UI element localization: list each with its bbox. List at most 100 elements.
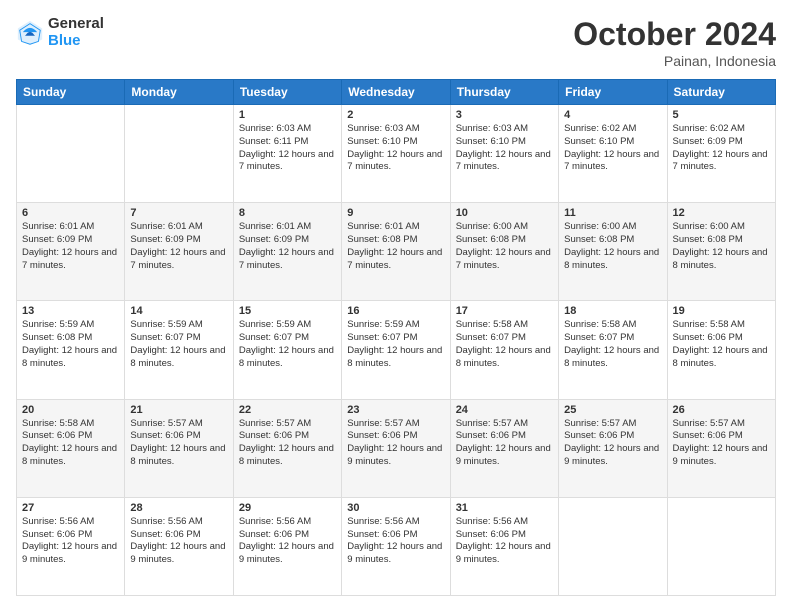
- calendar-cell-w4-d1: 28 Sunrise: 5:56 AM Sunset: 6:06 PM Dayli…: [125, 497, 233, 595]
- day-number: 26: [673, 404, 770, 416]
- day-number: 24: [456, 404, 553, 416]
- title-block: October 2024 Painan, Indonesia: [573, 16, 776, 69]
- day-info: Sunrise: 5:57 AM Sunset: 6:06 PM Dayligh…: [347, 418, 444, 469]
- header-sunday: Sunday: [17, 80, 125, 105]
- calendar-cell-w1-d5: 11 Sunrise: 6:00 AM Sunset: 6:08 PM Dayli…: [559, 203, 667, 301]
- calendar-cell-w0-d1: [125, 105, 233, 203]
- day-number: 14: [130, 305, 227, 317]
- calendar-cell-w0-d4: 3 Sunrise: 6:03 AM Sunset: 6:10 PM Daylig…: [450, 105, 558, 203]
- week-row-4: 27 Sunrise: 5:56 AM Sunset: 6:06 PM Dayli…: [17, 497, 776, 595]
- day-number: 8: [239, 207, 336, 219]
- day-info: Sunrise: 6:01 AM Sunset: 6:08 PM Dayligh…: [347, 221, 444, 272]
- header-saturday: Saturday: [667, 80, 775, 105]
- calendar-cell-w2-d5: 18Sunrise: 5:58 AM Sunset: 6:07 PM Dayli…: [559, 301, 667, 399]
- calendar-cell-w2-d6: 19 Sunrise: 5:58 AM Sunset: 6:06 PM Dayli…: [667, 301, 775, 399]
- day-info: Sunrise: 5:58 AM Sunset: 6:06 PM Dayligh…: [22, 418, 119, 469]
- day-info: Sunrise: 5:57 AM Sunset: 6:06 PM Dayligh…: [456, 418, 553, 469]
- day-info: Sunrise: 5:56 AM Sunset: 6:06 PM Dayligh…: [130, 516, 227, 567]
- calendar-cell-w4-d2: 29 Sunrise: 5:56 AM Sunset: 6:06 PM Dayli…: [233, 497, 341, 595]
- day-info: Sunrise: 5:59 AM Sunset: 6:07 PM Dayligh…: [130, 319, 227, 370]
- day-number: 10: [456, 207, 553, 219]
- day-number: 17: [456, 305, 553, 317]
- day-number: 29: [239, 502, 336, 514]
- day-info: Sunrise: 5:57 AM Sunset: 6:06 PM Dayligh…: [673, 418, 770, 469]
- day-info: Sunrise: 5:57 AM Sunset: 6:06 PM Dayligh…: [239, 418, 336, 469]
- day-number: 1: [239, 109, 336, 121]
- day-number: 15: [239, 305, 336, 317]
- day-number: 28: [130, 502, 227, 514]
- calendar-cell-w3-d0: 20 Sunrise: 5:58 AM Sunset: 6:06 PM Dayli…: [17, 399, 125, 497]
- calendar-cell-w1-d0: 6Sunrise: 6:01 AM Sunset: 6:09 PM Daylig…: [17, 203, 125, 301]
- header-monday: Monday: [125, 80, 233, 105]
- day-number: 3: [456, 109, 553, 121]
- day-number: 27: [22, 502, 119, 514]
- page: General Blue October 2024 Painan, Indone…: [0, 0, 792, 612]
- calendar-cell-w4-d5: [559, 497, 667, 595]
- calendar-cell-w3-d3: 23 Sunrise: 5:57 AM Sunset: 6:06 PM Dayli…: [342, 399, 450, 497]
- calendar-cell-w0-d5: 4 Sunrise: 6:02 AM Sunset: 6:10 PM Daylig…: [559, 105, 667, 203]
- calendar-cell-w2-d3: 16 Sunrise: 5:59 AM Sunset: 6:07 PM Dayli…: [342, 301, 450, 399]
- calendar-cell-w2-d0: 13 Sunrise: 5:59 AM Sunset: 6:08 PM Dayli…: [17, 301, 125, 399]
- day-number: 11: [564, 207, 661, 219]
- day-info: Sunrise: 6:02 AM Sunset: 6:09 PM Dayligh…: [673, 123, 770, 174]
- month-title: October 2024: [573, 16, 776, 53]
- day-info: Sunrise: 6:03 AM Sunset: 6:10 PM Dayligh…: [347, 123, 444, 174]
- calendar-cell-w1-d3: 9 Sunrise: 6:01 AM Sunset: 6:08 PM Daylig…: [342, 203, 450, 301]
- day-number: 21: [130, 404, 227, 416]
- day-info: Sunrise: 5:57 AM Sunset: 6:06 PM Dayligh…: [564, 418, 661, 469]
- day-number: 9: [347, 207, 444, 219]
- day-info: Sunrise: 5:59 AM Sunset: 6:08 PM Dayligh…: [22, 319, 119, 370]
- calendar-cell-w4-d3: 30 Sunrise: 5:56 AM Sunset: 6:06 PM Dayli…: [342, 497, 450, 595]
- day-info: Sunrise: 5:58 AM Sunset: 6:07 PM Dayligh…: [564, 319, 661, 370]
- day-info: Sunrise: 6:03 AM Sunset: 6:11 PM Dayligh…: [239, 123, 336, 174]
- calendar-cell-w4-d4: 31Sunrise: 5:56 AM Sunset: 6:06 PM Dayli…: [450, 497, 558, 595]
- day-info: Sunrise: 5:58 AM Sunset: 6:06 PM Dayligh…: [673, 319, 770, 370]
- day-number: 19: [673, 305, 770, 317]
- day-number: 31: [456, 502, 553, 514]
- calendar-cell-w4-d0: 27Sunrise: 5:56 AM Sunset: 6:06 PM Dayli…: [17, 497, 125, 595]
- day-number: 22: [239, 404, 336, 416]
- weekday-header-row: Sunday Monday Tuesday Wednesday Thursday…: [17, 80, 776, 105]
- day-number: 13: [22, 305, 119, 317]
- calendar-table: Sunday Monday Tuesday Wednesday Thursday…: [16, 79, 776, 596]
- day-number: 6: [22, 207, 119, 219]
- day-number: 5: [673, 109, 770, 121]
- calendar-cell-w3-d6: 26 Sunrise: 5:57 AM Sunset: 6:06 PM Dayli…: [667, 399, 775, 497]
- header-wednesday: Wednesday: [342, 80, 450, 105]
- day-info: Sunrise: 6:00 AM Sunset: 6:08 PM Dayligh…: [456, 221, 553, 272]
- calendar-cell-w3-d1: 21Sunrise: 5:57 AM Sunset: 6:06 PM Dayli…: [125, 399, 233, 497]
- day-info: Sunrise: 6:01 AM Sunset: 6:09 PM Dayligh…: [239, 221, 336, 272]
- day-info: Sunrise: 6:00 AM Sunset: 6:08 PM Dayligh…: [564, 221, 661, 272]
- calendar-cell-w0-d0: [17, 105, 125, 203]
- day-info: Sunrise: 5:56 AM Sunset: 6:06 PM Dayligh…: [239, 516, 336, 567]
- day-number: 4: [564, 109, 661, 121]
- logo-general-text: General: [48, 16, 104, 33]
- day-info: Sunrise: 5:59 AM Sunset: 6:07 PM Dayligh…: [239, 319, 336, 370]
- day-info: Sunrise: 6:02 AM Sunset: 6:10 PM Dayligh…: [564, 123, 661, 174]
- calendar-cell-w1-d1: 7Sunrise: 6:01 AM Sunset: 6:09 PM Daylig…: [125, 203, 233, 301]
- day-number: 20: [22, 404, 119, 416]
- week-row-2: 13 Sunrise: 5:59 AM Sunset: 6:08 PM Dayli…: [17, 301, 776, 399]
- calendar-cell-w2-d1: 14 Sunrise: 5:59 AM Sunset: 6:07 PM Dayli…: [125, 301, 233, 399]
- day-number: 30: [347, 502, 444, 514]
- calendar-cell-w2-d4: 17 Sunrise: 5:58 AM Sunset: 6:07 PM Dayli…: [450, 301, 558, 399]
- day-number: 16: [347, 305, 444, 317]
- calendar-cell-w0-d3: 2 Sunrise: 6:03 AM Sunset: 6:10 PM Daylig…: [342, 105, 450, 203]
- day-info: Sunrise: 5:59 AM Sunset: 6:07 PM Dayligh…: [347, 319, 444, 370]
- week-row-3: 20 Sunrise: 5:58 AM Sunset: 6:06 PM Dayli…: [17, 399, 776, 497]
- day-number: 2: [347, 109, 444, 121]
- calendar-cell-w0-d6: 5 Sunrise: 6:02 AM Sunset: 6:09 PM Daylig…: [667, 105, 775, 203]
- calendar-cell-w3-d5: 25Sunrise: 5:57 AM Sunset: 6:06 PM Dayli…: [559, 399, 667, 497]
- calendar-cell-w4-d6: [667, 497, 775, 595]
- week-row-0: 1 Sunrise: 6:03 AM Sunset: 6:11 PM Daylig…: [17, 105, 776, 203]
- header-thursday: Thursday: [450, 80, 558, 105]
- calendar-cell-w3-d4: 24 Sunrise: 5:57 AM Sunset: 6:06 PM Dayli…: [450, 399, 558, 497]
- day-number: 23: [347, 404, 444, 416]
- header: General Blue October 2024 Painan, Indone…: [16, 16, 776, 69]
- day-info: Sunrise: 5:56 AM Sunset: 6:06 PM Dayligh…: [347, 516, 444, 567]
- day-number: 7: [130, 207, 227, 219]
- day-info: Sunrise: 6:03 AM Sunset: 6:10 PM Dayligh…: [456, 123, 553, 174]
- calendar-cell-w2-d2: 15 Sunrise: 5:59 AM Sunset: 6:07 PM Dayli…: [233, 301, 341, 399]
- calendar-cell-w1-d2: 8 Sunrise: 6:01 AM Sunset: 6:09 PM Daylig…: [233, 203, 341, 301]
- day-info: Sunrise: 5:58 AM Sunset: 6:07 PM Dayligh…: [456, 319, 553, 370]
